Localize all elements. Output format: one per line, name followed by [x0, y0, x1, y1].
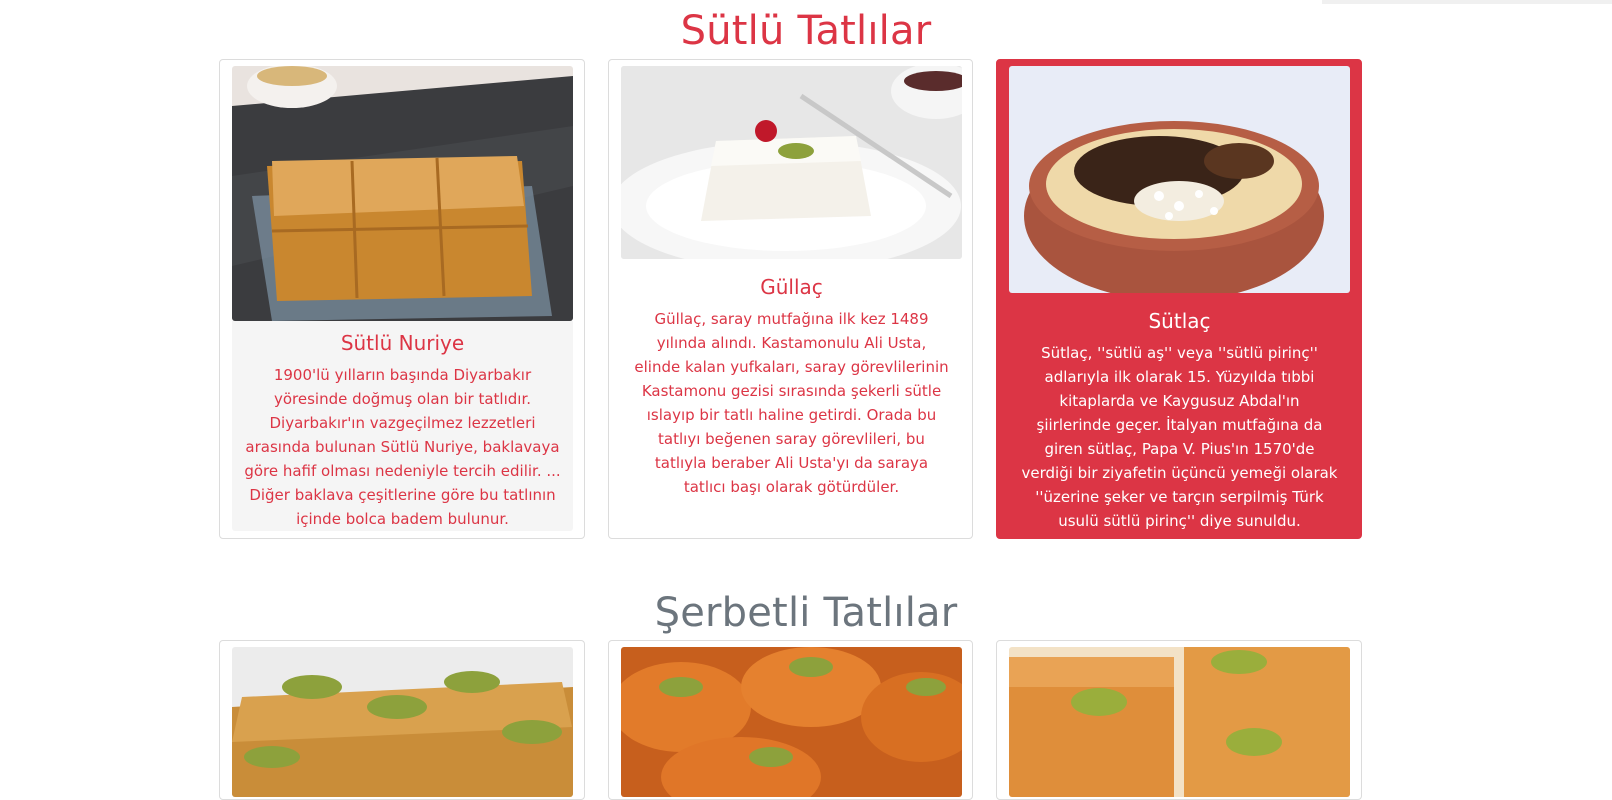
card-body: Sütlaç Sütlaç, ''sütlü aş'' veya ''sütlü… [1009, 307, 1350, 530]
dessert-card-baklava[interactable] [219, 640, 585, 800]
card-text: Güllaç, saray mutfağına ilk kez 1489 yıl… [634, 310, 949, 496]
top-edge-bar [1322, 0, 1612, 4]
dessert-card-gullac[interactable]: Güllaç Güllaç, saray mutfağına ilk kez 1… [608, 59, 973, 539]
baklava-image [232, 647, 573, 797]
card-body: Sütlü Nuriye 1900'lü yılların başında Di… [232, 321, 573, 531]
revani-image [1009, 647, 1350, 797]
section-title-sutlu: Sütlü Tatlılar [680, 8, 932, 54]
card-text: Sütlaç, ''sütlü aş'' veya ''sütlü pirinç… [1021, 344, 1338, 530]
sutlu-nuriye-image [232, 66, 573, 321]
section-title-serbetli: Şerbetli Tatlılar [654, 590, 958, 636]
dessert-card-sutlac[interactable]: Sütlaç Sütlaç, ''sütlü aş'' veya ''sütlü… [996, 59, 1362, 539]
card-title: Sütlü Nuriye [340, 331, 465, 355]
dessert-card-sutlu-nuriye[interactable]: Sütlü Nuriye 1900'lü yılların başında Di… [219, 59, 585, 539]
card-body: Güllaç Güllaç, saray mutfağına ilk kez 1… [621, 273, 962, 533]
card-text: 1900'lü yılların başında Diyarbakır yöre… [244, 366, 561, 528]
gullac-image [621, 66, 962, 259]
card-title: Güllaç [760, 275, 823, 299]
dessert-card-revani[interactable] [996, 640, 1362, 800]
card-title: Sütlaç [1148, 309, 1211, 333]
sekerpare-image [621, 647, 962, 797]
dessert-card-kunefe[interactable] [608, 640, 973, 800]
sutlac-image [1009, 66, 1350, 293]
